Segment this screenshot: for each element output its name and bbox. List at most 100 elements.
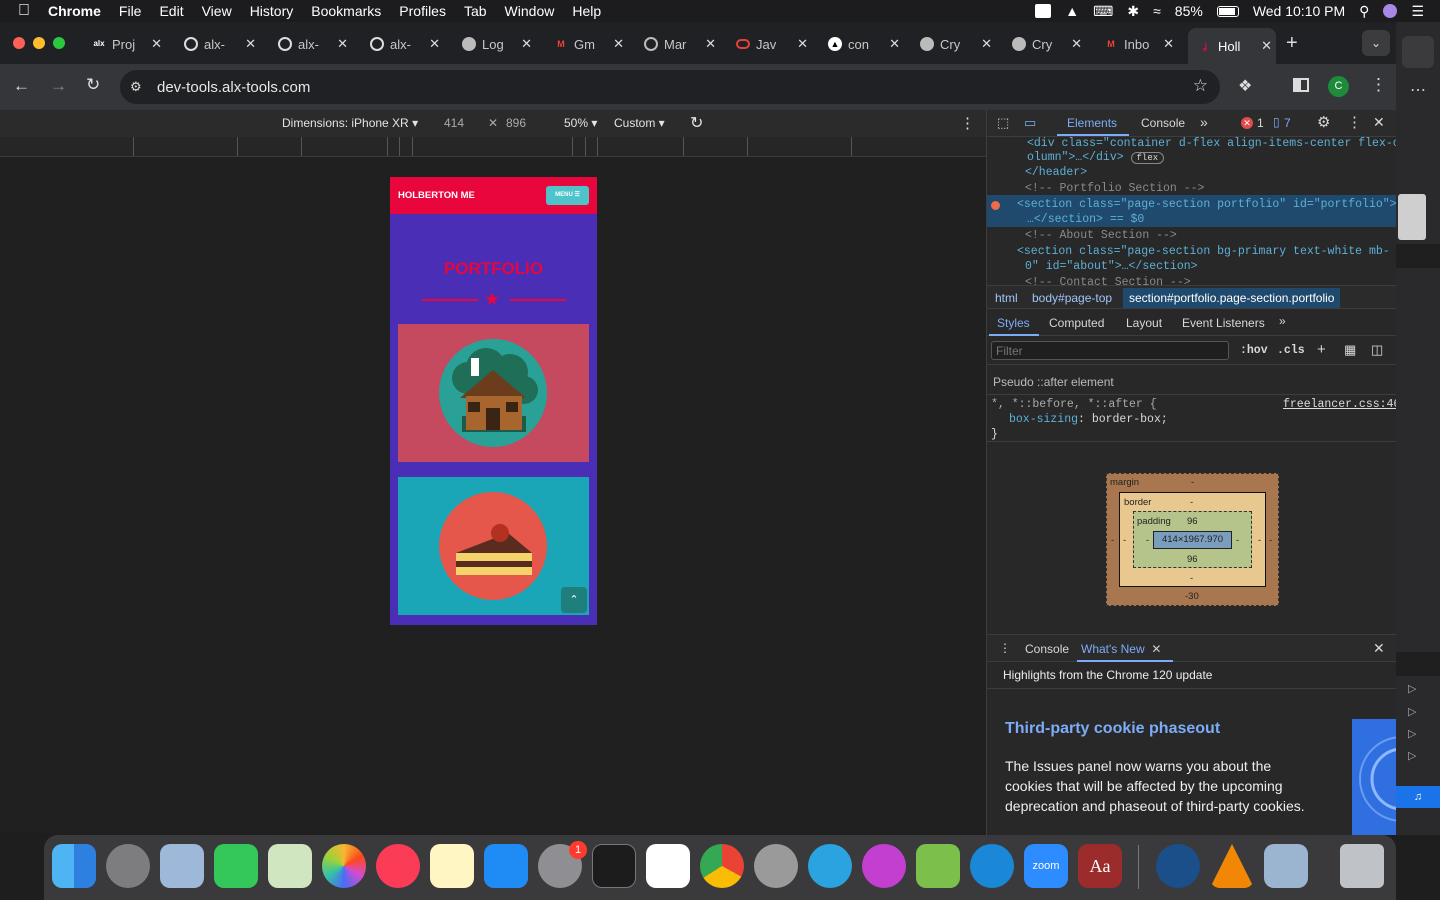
dom-line[interactable]: <!-- About Section --> [1025,229,1177,242]
tab-5[interactable]: M Gm ✕ [544,30,628,58]
battery-percent[interactable]: 85% [1175,3,1203,19]
kebab-menu-icon[interactable]: ⋮ [1370,75,1387,95]
close-icon[interactable]: ✕ [889,36,900,52]
tab-event-listeners[interactable]: Event Listeners [1182,316,1265,330]
facetime-icon[interactable] [214,844,258,888]
portfolio-item-cake[interactable]: ⌃ [398,477,589,615]
tab-9[interactable]: Cry ✕ [910,30,996,58]
extensions-icon[interactable]: ❖ [1238,76,1252,96]
wifi-icon[interactable]: ≈ [1153,3,1161,19]
status-icon[interactable] [1035,4,1052,18]
styles-filter-input[interactable] [991,341,1229,360]
image-capture-icon[interactable] [1264,844,1308,888]
photos-icon[interactable] [322,844,366,888]
more-tabs-icon[interactable]: » [1200,114,1208,130]
url-text[interactable]: dev-tools.alx-tools.com [157,79,310,96]
side-console-icon[interactable]: ▷ [1408,682,1416,695]
edge-icon[interactable] [970,844,1014,888]
finder-icon[interactable] [52,844,96,888]
margin-top-value[interactable]: - [1191,477,1194,488]
dom-line[interactable]: <div class="container d-flex align-items… [1027,137,1396,150]
padding-right-value[interactable]: - [1236,535,1239,546]
border-top-value[interactable]: - [1190,497,1193,508]
message-count[interactable]: 7 [1284,116,1291,130]
border-right-value[interactable]: - [1258,535,1261,546]
menu-app-name[interactable]: Chrome [48,3,101,19]
notes-icon[interactable] [430,844,474,888]
side-panel-icon[interactable] [1293,78,1309,92]
breadcrumb-section[interactable]: section#portfolio.page-section.portfolio [1123,288,1341,308]
quicktime-icon[interactable] [1156,844,1200,888]
side-console-icon[interactable]: ▷ [1408,727,1416,740]
menu-bookmarks[interactable]: Bookmarks [311,3,381,19]
tab-7[interactable]: Jav ✕ [726,30,812,58]
drawer-tab-whats-new[interactable]: What's New ✕ [1081,642,1161,656]
close-icon[interactable]: ✕ [1261,38,1272,54]
device-select[interactable]: Dimensions: iPhone XR ▾ [282,116,418,130]
breakpoint-dot[interactable] [991,201,1000,210]
dom-line[interactable]: <!-- Portfolio Section --> [1025,182,1204,195]
music-icon[interactable] [376,844,420,888]
whatsapp-icon[interactable] [754,844,798,888]
portfolio-item-cabin[interactable] [398,324,589,462]
close-drawer-icon[interactable]: ✕ [1373,640,1385,657]
close-devtools-icon[interactable]: ✕ [1373,114,1385,131]
message-icon[interactable]: ▯ [1273,115,1280,129]
menu-file[interactable]: File [119,3,142,19]
zoom-icon[interactable]: zoom [1024,844,1068,888]
menu-view[interactable]: View [202,3,232,19]
box-model-border[interactable]: border - - - - padding 96 96 - - 414×196… [1119,492,1266,587]
vlc-status-icon[interactable]: ▲ [1065,3,1079,19]
tab-elements[interactable]: Elements [1067,116,1117,130]
inspect-element-icon[interactable]: ⬚ [997,115,1009,131]
width-input[interactable]: 414 [444,116,464,130]
more-icon[interactable]: ⋯ [1410,80,1426,100]
close-window-dot[interactable] [13,37,25,49]
spotlight-icon[interactable]: ⚲ [1359,3,1369,20]
launchpad-icon[interactable] [106,844,150,888]
vscode-icon[interactable] [646,844,690,888]
menu-tab[interactable]: Tab [464,3,487,19]
drawer-menu-icon[interactable]: ⋮ [999,641,1011,655]
tab-search-button[interactable]: ⌄ [1362,30,1390,56]
clock[interactable]: Wed 10:10 PM [1253,3,1345,19]
android-studio-icon[interactable] [916,844,960,888]
settings-gear-icon[interactable]: ⚙ [1317,113,1330,131]
error-count[interactable]: 1 [1257,116,1264,130]
tab-computed[interactable]: Computed [1049,316,1104,330]
address-bar[interactable]: ⚙ dev-tools.alx-tools.com ☆ [120,70,1220,104]
brand-link[interactable]: HOLBERTON ME [398,190,475,201]
tab-layout[interactable]: Layout [1126,316,1162,330]
dom-line[interactable]: 0" id="about">…</section> [1025,260,1198,273]
height-input[interactable]: 896 [506,116,526,130]
box-model-margin[interactable]: margin - -30 - - border - - - - padding … [1106,473,1279,606]
control-center-icon[interactable]: ☰ [1411,3,1424,20]
tab-4[interactable]: Log ✕ [452,30,536,58]
menu-button[interactable]: MENU ☰ [546,186,589,205]
rotate-icon[interactable]: ↻ [690,113,703,133]
new-tab-button[interactable]: + [1286,32,1298,55]
profile-avatar[interactable]: C [1328,76,1349,97]
side-console-icon[interactable]: ▷ [1408,705,1416,718]
close-icon[interactable]: ✕ [705,36,716,52]
bluetooth-icon[interactable]: ✱ [1127,3,1139,20]
box-model-padding[interactable]: padding 96 96 - - 414×1967.970 [1133,511,1252,568]
winamp-icon[interactable] [862,844,906,888]
padding-left-value[interactable]: - [1146,535,1149,546]
border-bottom-value[interactable]: - [1190,573,1193,584]
trash-icon[interactable] [1340,844,1384,888]
tab-12-active[interactable]: ʝ Holl ✕ [1188,28,1276,64]
terminal-icon[interactable] [592,844,636,888]
close-icon[interactable]: ✕ [1163,36,1174,52]
side-panel-button[interactable] [1402,36,1434,68]
dom-line[interactable]: …</section> == $0 [1027,213,1144,226]
rule-declaration[interactable]: box-sizing: border-box; [1009,413,1168,426]
tab-3[interactable]: alx- ✕ [360,30,444,58]
padding-bottom-value[interactable]: 96 [1187,554,1198,565]
sidebar-toggle-icon[interactable]: ◫ [1371,342,1383,358]
error-icon[interactable]: ✕ [1241,117,1253,129]
close-icon[interactable]: ✕ [521,36,532,52]
tab-0[interactable]: alx Proj ✕ [82,30,166,58]
chrome-icon[interactable] [700,844,744,888]
forward-button[interactable]: → [50,76,67,96]
